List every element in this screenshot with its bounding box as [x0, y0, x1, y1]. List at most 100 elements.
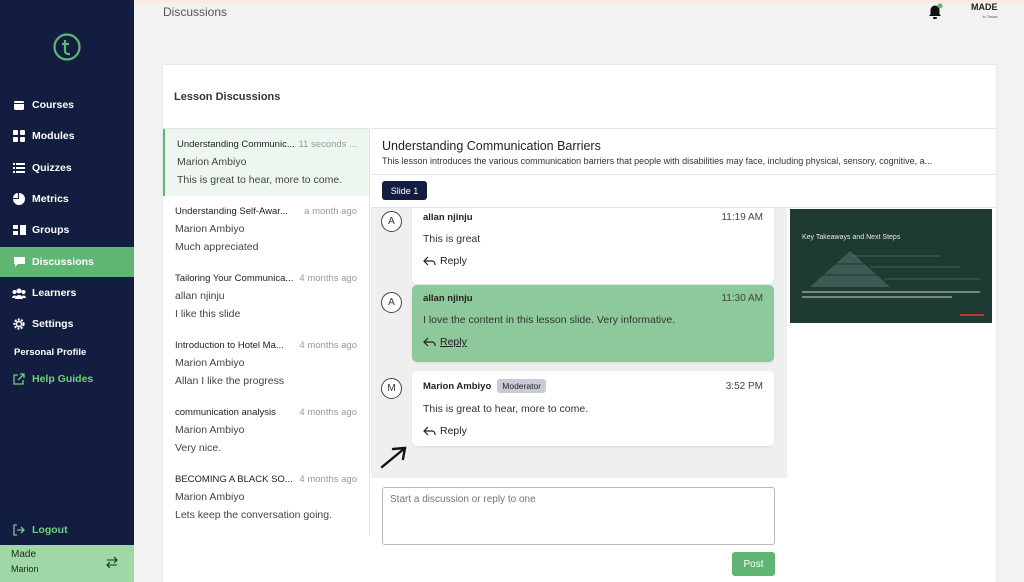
- conversation-time: 4 months ago: [299, 340, 357, 351]
- grid-icon: [12, 129, 26, 143]
- conversation-item[interactable]: communication analysis 4 months ago Mario…: [163, 397, 369, 464]
- conversation-title: Introduction to Hotel Ma...: [175, 340, 284, 351]
- logout-button[interactable]: Logout: [0, 515, 134, 545]
- reply-label: Reply: [440, 255, 467, 267]
- lesson-discussions-card: Lesson Discussions Understanding Communi…: [163, 65, 996, 582]
- sidebar-item-modules[interactable]: Modules: [0, 121, 134, 151]
- people-icon: [12, 286, 26, 300]
- conversation-time: 4 months ago: [299, 407, 357, 418]
- sidebar-item-learners[interactable]: Learners: [0, 278, 134, 308]
- lesson-title: Understanding Communication Barriers: [382, 139, 601, 153]
- conversation-time: a month ago: [304, 206, 357, 217]
- conversation-last-message: I like this slide: [175, 308, 241, 320]
- reply-button[interactable]: Reply: [423, 425, 763, 437]
- conversation-author: allan njinju: [175, 290, 225, 302]
- conversation-item[interactable]: BECOMING A BLACK SO... 4 months ago Mario…: [163, 464, 369, 531]
- message-author: allan njinju: [423, 293, 473, 304]
- conversation-last-message: Much appreciated: [175, 241, 259, 253]
- sidebar-item-quizzes[interactable]: Quizzes: [0, 153, 134, 183]
- discussion-detail: Understanding Communication Barriers Thi…: [371, 128, 996, 582]
- message-text: This is great to hear, more to come.: [423, 403, 589, 415]
- avatar: A: [381, 292, 402, 313]
- message-author-name: Marion Ambiyo: [423, 381, 492, 392]
- profile-switcher[interactable]: Made Marion: [0, 545, 134, 582]
- sidebar-item-help-guides[interactable]: Help Guides: [0, 364, 134, 394]
- logout-icon: [12, 523, 26, 537]
- avatar: A: [381, 211, 402, 232]
- reply-icon: [423, 426, 436, 436]
- brand-name: MADE: [971, 2, 998, 12]
- conversation-time: 4 months ago: [299, 474, 357, 485]
- conversation-author: Marion Ambiyo: [175, 491, 245, 503]
- sidebar-item-discussions[interactable]: Discussions: [0, 247, 134, 277]
- reply-button[interactable]: Reply: [423, 255, 763, 267]
- conversation-title: Understanding Communic...: [177, 139, 295, 150]
- bell-icon[interactable]: [926, 3, 944, 21]
- conversation-list: Understanding Communic... 11 seconds ... …: [163, 128, 370, 536]
- discussion-input[interactable]: [382, 487, 775, 545]
- sidebar-item-label: Quizzes: [32, 162, 72, 174]
- conversation-time: 4 months ago: [299, 273, 357, 284]
- moderator-badge: Moderator: [497, 379, 547, 393]
- slide-tab[interactable]: Slide 1: [382, 181, 427, 200]
- post-button[interactable]: Post: [732, 552, 775, 576]
- sidebar-item-label: Metrics: [32, 193, 69, 205]
- gear-icon: [12, 317, 26, 331]
- page-title: Discussions: [163, 5, 228, 19]
- brand-logo: MADE in Tosaa: [971, 3, 998, 21]
- top-accent-line: [134, 0, 1024, 3]
- card-title: Lesson Discussions: [174, 91, 281, 103]
- conversation-author: Marion Ambiyo: [177, 156, 247, 168]
- app-logo-icon[interactable]: [53, 33, 81, 61]
- sidebar-item-label: Learners: [32, 287, 77, 299]
- lesson-description: This lesson introduces the various commu…: [382, 156, 933, 166]
- divider: [371, 174, 996, 175]
- message-author: allan njinju: [423, 212, 473, 223]
- conversation-title: Tailoring Your Communica...: [175, 273, 294, 284]
- reply-label: Reply: [440, 336, 467, 348]
- reply-label: Reply: [440, 425, 467, 437]
- message-text: I love the content in this lesson slide.…: [423, 314, 676, 326]
- conversation-author: Marion Ambiyo: [175, 223, 245, 235]
- reply-icon: [423, 337, 436, 347]
- sidebar-item-courses[interactable]: Courses: [0, 90, 134, 120]
- sidebar: Courses Modules Quizzes Metrics Groups D…: [0, 0, 134, 582]
- reply-button[interactable]: Reply: [423, 336, 763, 348]
- sidebar-item-label: Personal Profile: [14, 346, 87, 358]
- conversation-item[interactable]: Understanding Communic... 11 seconds ... …: [163, 129, 369, 196]
- message-time: 3:52 PM: [725, 380, 763, 392]
- avatar: M: [381, 378, 402, 399]
- chat-icon: [12, 255, 26, 269]
- message-bubble-highlighted: allan njinju 11:30 AM I love the content…: [412, 285, 774, 362]
- conversation-time: 11 seconds ...: [298, 139, 357, 150]
- conversation-title: communication analysis: [175, 407, 276, 418]
- conversation-item[interactable]: Introduction to Hotel Ma... 4 months ago …: [163, 330, 369, 397]
- pie-chart-icon: [12, 192, 26, 206]
- list-icon: [12, 161, 26, 175]
- sidebar-item-label: Help Guides: [32, 373, 94, 385]
- conversation-author: Marion Ambiyo: [175, 357, 245, 369]
- message-thread[interactable]: A allan njinju 11:19 AM This is great Re…: [371, 208, 787, 478]
- conversation-last-message: Allan I like the progress: [175, 375, 285, 387]
- external-link-icon: [12, 372, 26, 386]
- message-author: Marion Ambiyo Moderator: [423, 379, 547, 393]
- book-icon: [12, 98, 26, 112]
- sidebar-item-metrics[interactable]: Metrics: [0, 184, 134, 214]
- sidebar-item-label: Groups: [32, 224, 70, 236]
- sidebar-item-label: Settings: [32, 318, 74, 330]
- message-time: 11:30 AM: [721, 293, 763, 304]
- slide-preview[interactable]: Key Takeaways and Next Steps: [790, 209, 992, 323]
- conversation-title: Understanding Self-Awar...: [175, 206, 288, 217]
- sidebar-item-groups[interactable]: Groups: [0, 215, 134, 245]
- logout-label: Logout: [32, 524, 68, 536]
- message-time: 11:19 AM: [721, 212, 763, 223]
- sidebar-item-settings[interactable]: Settings: [0, 309, 134, 339]
- brand-sub: in Tosaa: [982, 14, 998, 19]
- swap-icon[interactable]: [106, 556, 118, 568]
- conversation-last-message: This is great to hear, more to come.: [177, 174, 343, 186]
- reply-icon: [423, 256, 436, 266]
- conversation-item[interactable]: Tailoring Your Communica... 4 months ago …: [163, 263, 369, 330]
- sidebar-item-personal-profile[interactable]: Personal Profile: [0, 337, 134, 367]
- sidebar-item-label: Courses: [32, 99, 75, 111]
- conversation-item[interactable]: Understanding Self-Awar... a month ago Ma…: [163, 196, 369, 263]
